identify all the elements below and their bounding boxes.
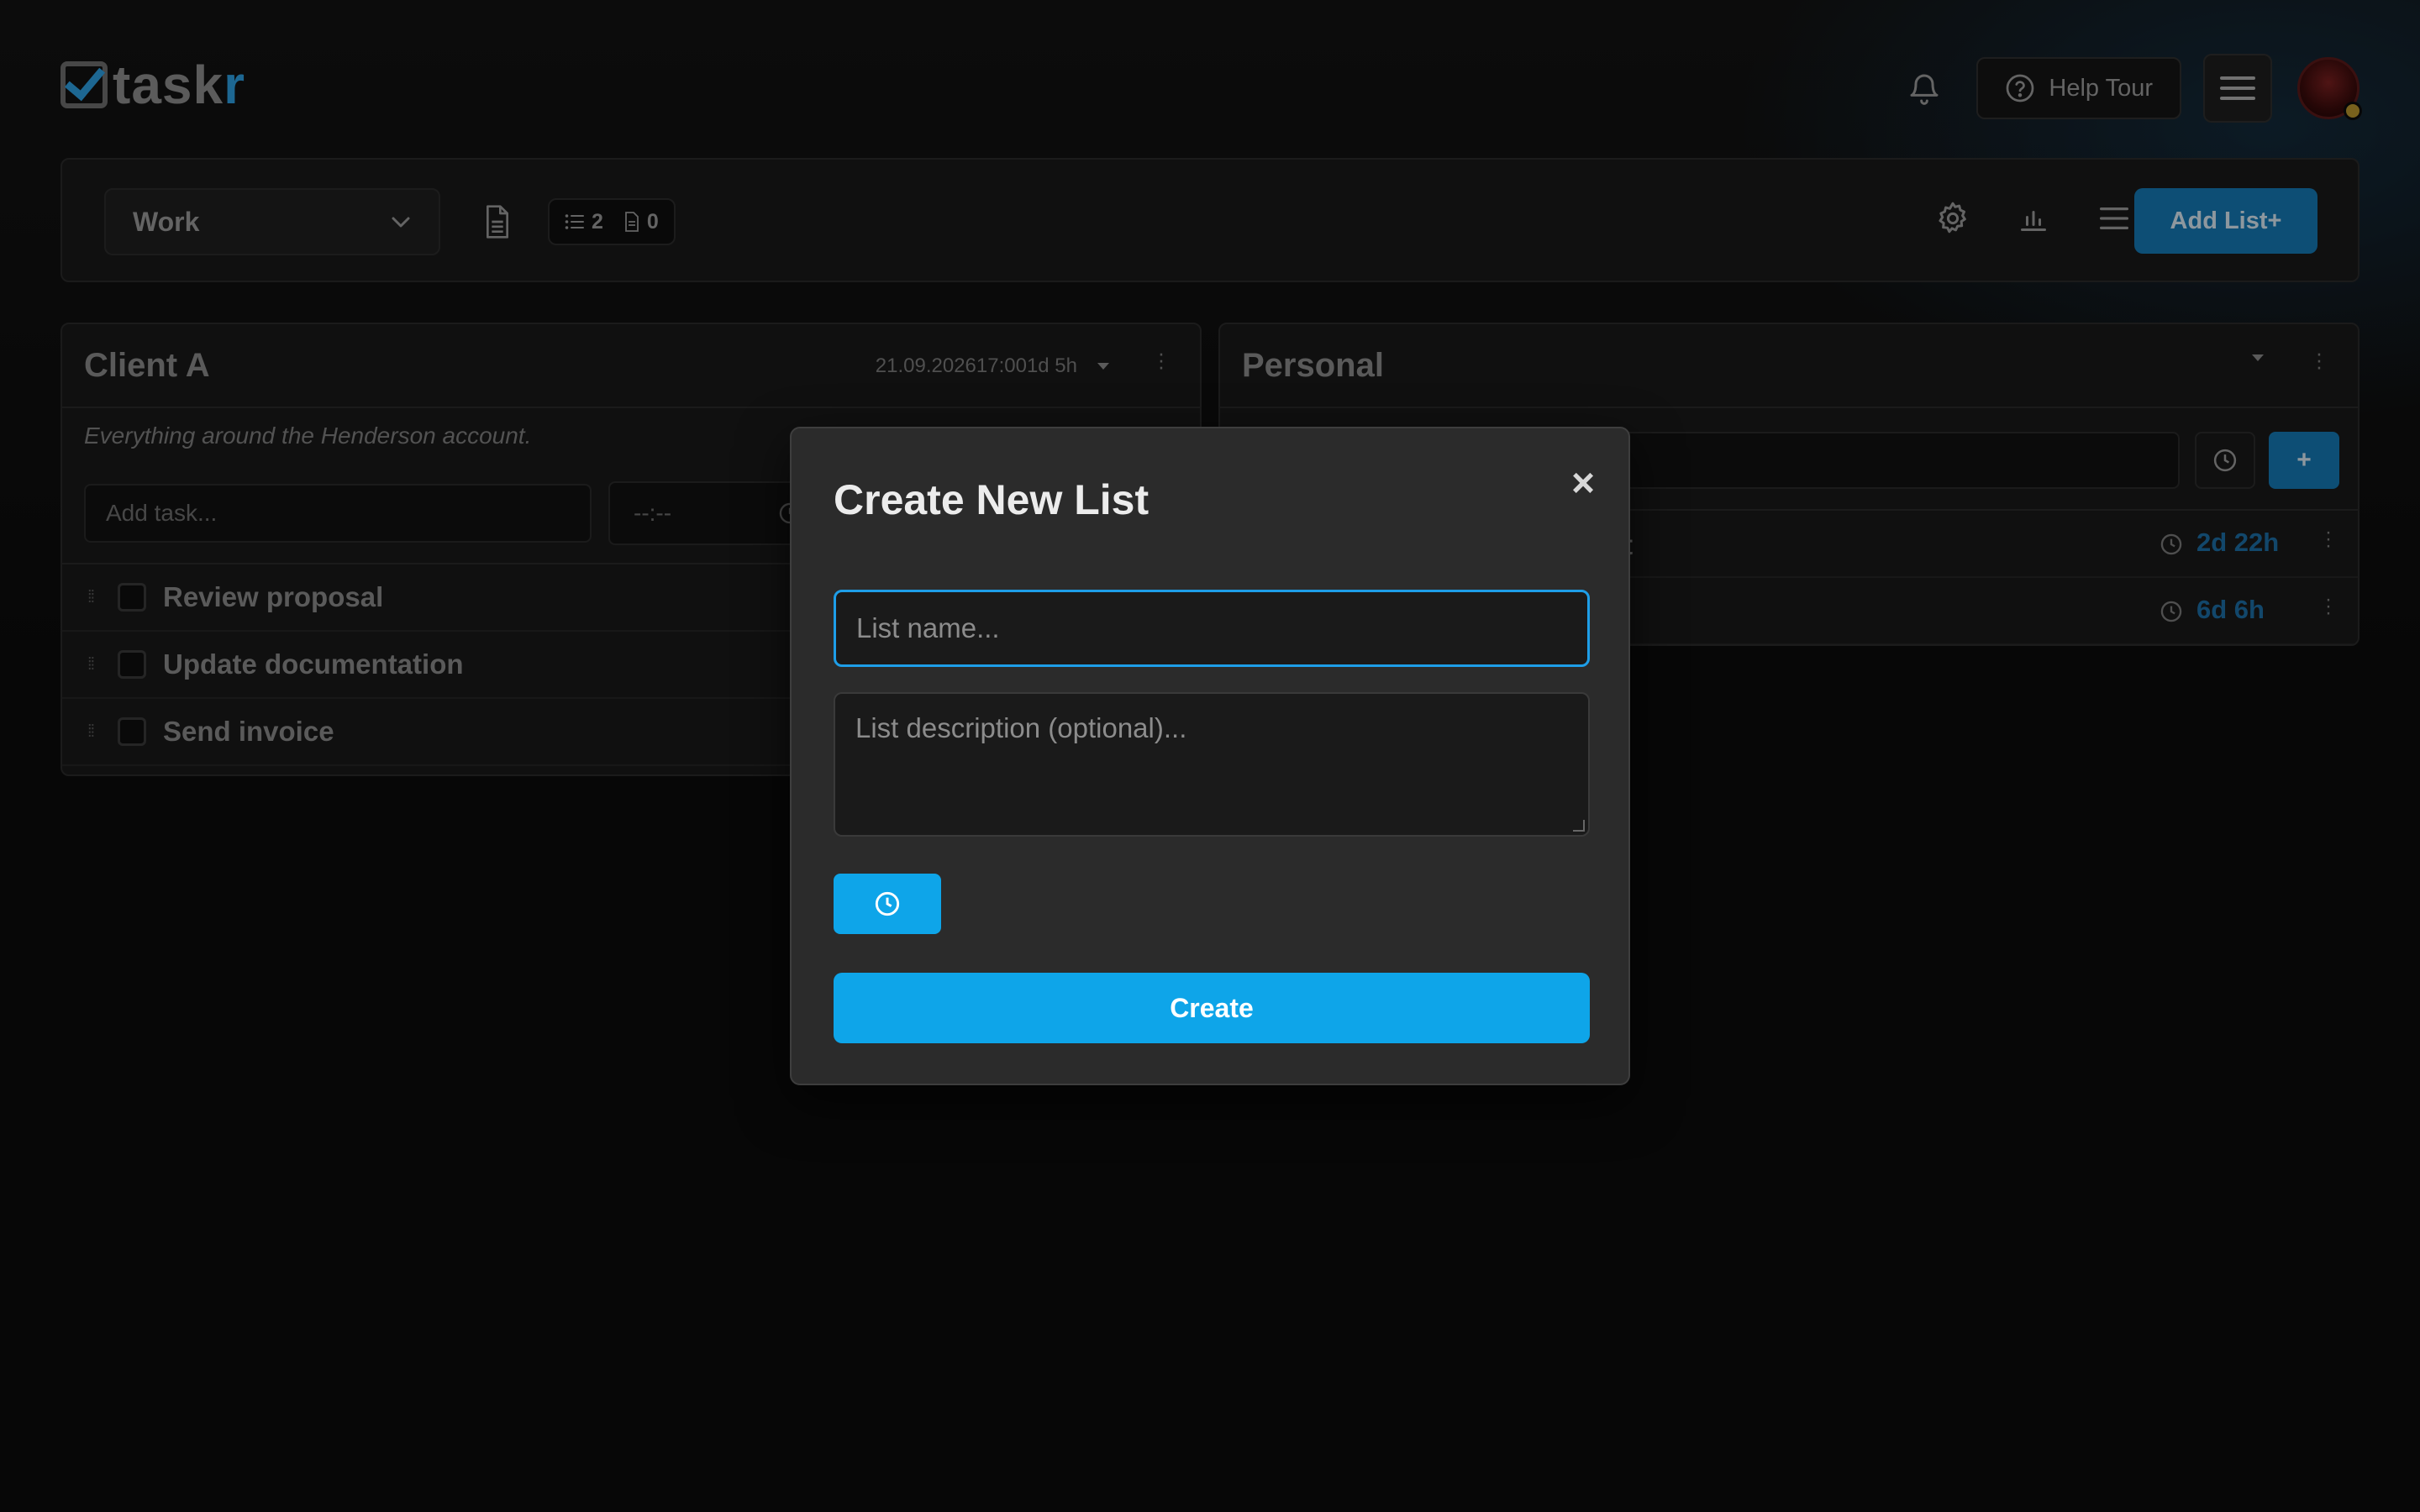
modal-title: Create New List [834, 476, 1150, 523]
set-due-time-button[interactable] [834, 874, 941, 934]
app-root: taskr Help Tour Work 2 0 Add List+ Clien… [0, 0, 2420, 1512]
list-description-placeholder: List description (optional)... [855, 712, 1187, 743]
textarea-resize-handle[interactable] [1573, 820, 1585, 832]
create-list-modal: Create New List × List name... List desc… [790, 427, 1630, 1085]
list-name-input[interactable]: List name... [834, 590, 1590, 667]
create-button[interactable]: Create [834, 973, 1590, 1043]
list-description-textarea[interactable]: List description (optional)... [834, 692, 1590, 837]
close-icon[interactable]: × [1571, 464, 1595, 504]
clock-icon [875, 891, 900, 916]
